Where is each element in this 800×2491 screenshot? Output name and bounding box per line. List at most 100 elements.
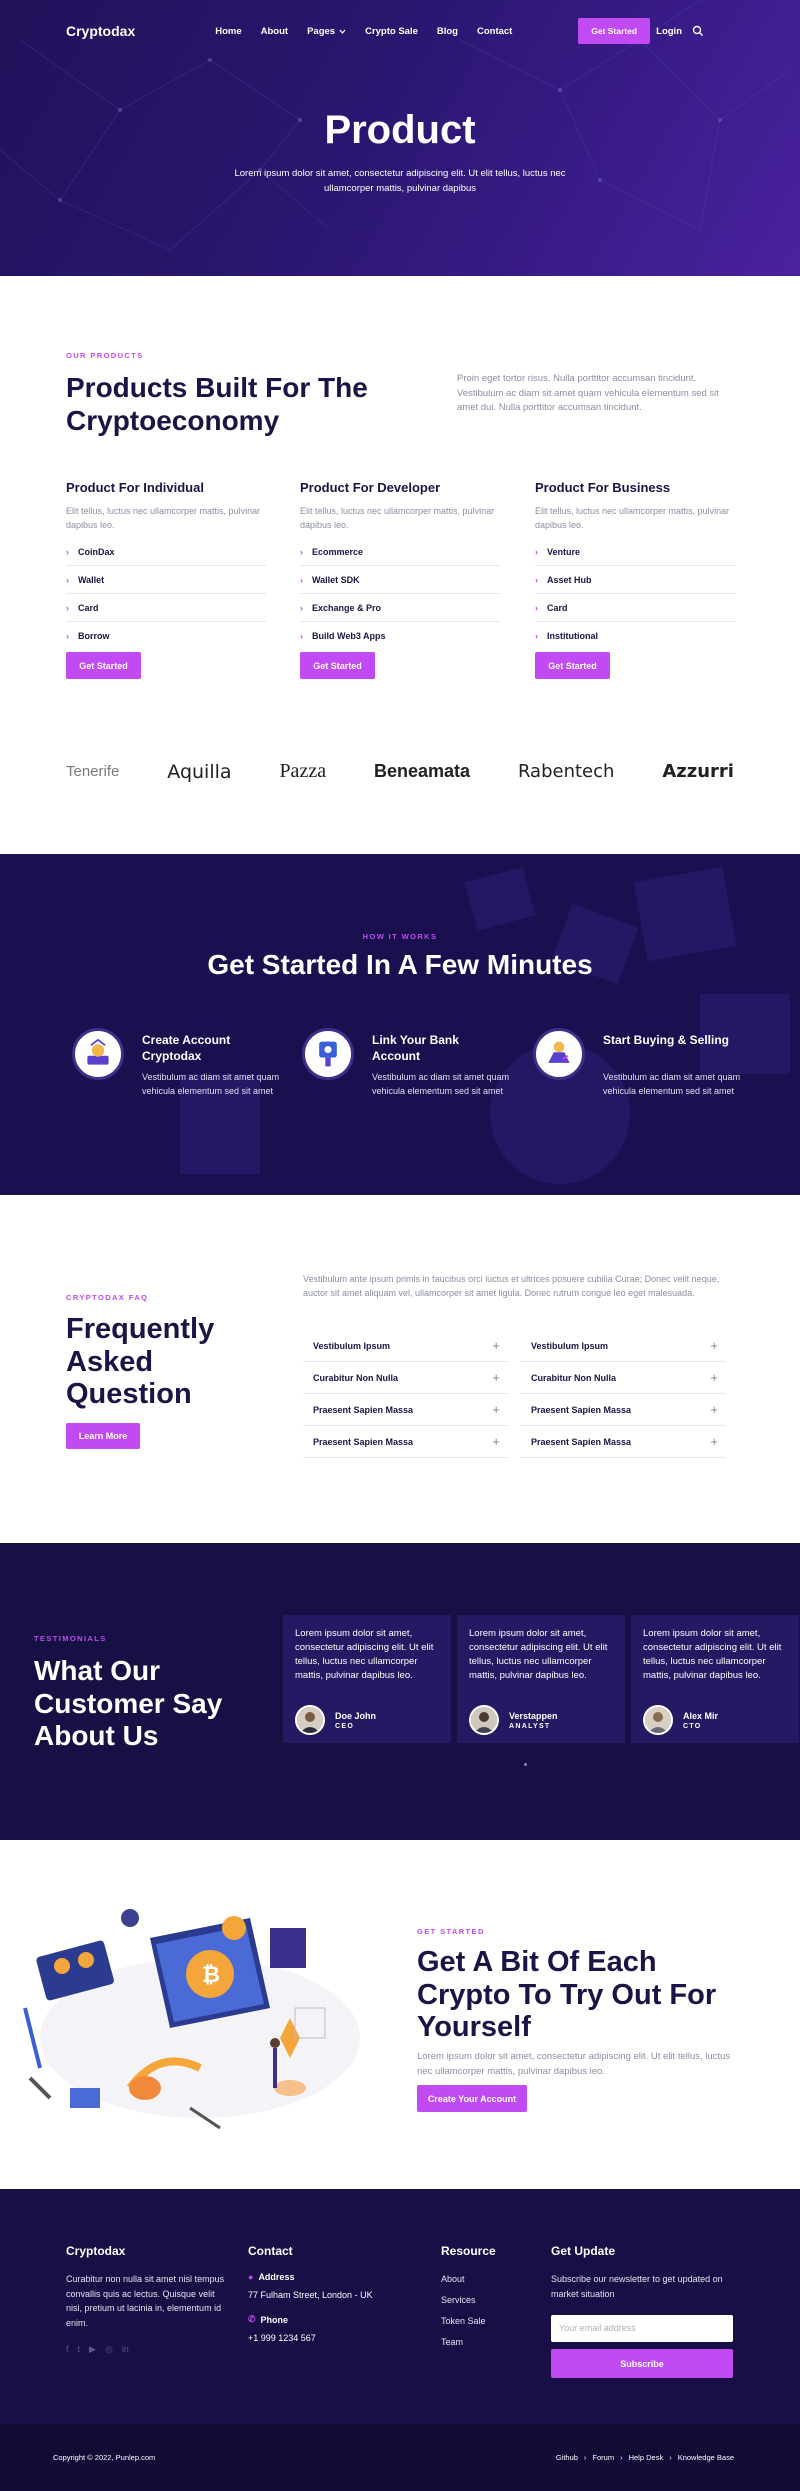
faq-question: Praesent Sapien Massa: [313, 1404, 414, 1415]
chevron-right-icon: ›: [300, 574, 303, 585]
address-value: 77 Fulham Street, London - UK: [248, 2290, 373, 2300]
footer-link-services[interactable]: Services: [441, 2293, 541, 2308]
product-link[interactable]: › Build Web3 Apps: [300, 622, 500, 650]
get-started-button[interactable]: Get Started: [535, 652, 610, 679]
person-avatar-icon: [297, 1707, 323, 1733]
product-link[interactable]: › Card: [535, 594, 735, 622]
plus-icon: +: [710, 1434, 718, 1449]
copyright: Copyright © 2022, Punlep.com: [53, 2453, 156, 2462]
product-column-title: Product For Developer: [300, 480, 441, 495]
product-link[interactable]: › Wallet SDK: [300, 566, 500, 594]
product-column-individual: Product For Individual Elit tellus, luct…: [66, 480, 266, 679]
avatar: [469, 1705, 499, 1735]
instagram-icon[interactable]: ◎: [105, 2344, 113, 2355]
step-title: Link Your Bank Account: [372, 1033, 459, 1063]
linkedin-icon[interactable]: in: [122, 2344, 129, 2355]
svg-text:₿: ₿: [202, 1963, 220, 1988]
product-link-label: Institutional: [547, 631, 598, 641]
email-field[interactable]: Your email address: [551, 2315, 733, 2342]
phone-icon: ✆: [248, 2314, 256, 2324]
product-column-title: Product For Individual: [66, 480, 204, 495]
testimonial-card: Lorem ipsum dolor sit amet, consectetur …: [631, 1615, 799, 1743]
footer-link-knowledge-base[interactable]: Knowledge Base: [678, 2453, 734, 2462]
faq-item[interactable]: Praesent Sapien Massa +: [303, 1394, 508, 1426]
product-link[interactable]: › Borrow: [66, 622, 266, 650]
twitter-icon[interactable]: t: [78, 2344, 81, 2355]
chevron-right-icon: ›: [66, 631, 69, 641]
footer-link-team[interactable]: Team: [441, 2335, 541, 2350]
subscribe-button[interactable]: Subscribe: [551, 2349, 733, 2378]
youtube-icon[interactable]: ▶: [89, 2344, 96, 2355]
footer-link-about[interactable]: About: [441, 2272, 541, 2287]
author-name: Verstappen: [509, 1710, 558, 1721]
product-link[interactable]: › Asset Hub: [535, 566, 735, 594]
faq-question: Praesent Sapien Massa: [531, 1404, 632, 1415]
get-started-button[interactable]: Get Started: [66, 652, 141, 679]
phone-label-row: ✆ Phone: [248, 2314, 418, 2325]
testimonial-author: Alex Mir CTO: [643, 1705, 718, 1735]
chevron-right-icon: ›: [300, 631, 303, 641]
separator-chevron-icon: ›: [620, 2453, 623, 2462]
products-kicker: OUR PRODUCTS: [66, 351, 144, 360]
product-link[interactable]: › CoinDax: [66, 538, 266, 566]
avatar: [643, 1705, 673, 1735]
product-link[interactable]: › Exchange & Pro: [300, 594, 500, 622]
cta-desc: Lorem ipsum dolor sit amet, consectetur …: [417, 2051, 731, 2077]
product-link[interactable]: › Institutional: [535, 622, 735, 650]
footer-bottom-bar: Copyright © 2022, Punlep.com Github › For…: [0, 2424, 800, 2491]
faq-item[interactable]: Curabitur Non Nulla +: [303, 1362, 508, 1394]
create-account-button[interactable]: Create Your Account: [417, 2085, 527, 2112]
product-link[interactable]: › Venture: [535, 538, 735, 566]
chevron-right-icon: ›: [66, 574, 69, 585]
faq-item[interactable]: Praesent Sapien Massa +: [303, 1426, 508, 1458]
product-column-developer: Product For Developer Elit tellus, luctu…: [300, 480, 500, 679]
testimonial-text: Lorem ipsum dolor sit amet, consectetur …: [469, 1628, 608, 1681]
footer-link-help-desk[interactable]: Help Desk: [629, 2453, 664, 2462]
faq-column-left: Vestibulum Ipsum + Curabitur Non Nulla + P…: [303, 1330, 508, 1458]
brand-logo-aquilla: Aquilla: [167, 760, 232, 783]
faq-item[interactable]: Praesent Sapien Massa +: [521, 1394, 726, 1426]
footer: Cryptodax Curabitur non nulla sit amet n…: [0, 2189, 800, 2424]
person-avatar-icon: [645, 1707, 671, 1733]
step-create-account: Create Account Cryptodax Vestibulum ac d…: [72, 1028, 282, 1098]
footer-update-title: Get Update: [551, 2244, 616, 2258]
footer-link-forum[interactable]: Forum: [592, 2453, 614, 2462]
cta-title: Get A Bit Of Each Crypto To Try Out For …: [417, 1946, 717, 2043]
user-account-icon: [72, 1028, 124, 1080]
person-avatar-icon: [471, 1707, 497, 1733]
newsletter-text: Subscribe our newsletter to get updated …: [551, 2274, 723, 2299]
plus-icon: +: [710, 1370, 718, 1385]
brand-logo-rabentech: Rabentech: [517, 761, 615, 782]
get-started-button[interactable]: Get Started: [300, 652, 375, 679]
product-link[interactable]: › Ecommerce: [300, 538, 500, 566]
plus-icon: +: [710, 1338, 718, 1353]
product-column-desc: Elit tellus, luctus nec ullamcorper matt…: [66, 506, 261, 530]
chevron-right-icon: ›: [535, 631, 538, 641]
faq-item[interactable]: Vestibulum Ipsum +: [303, 1330, 508, 1362]
carousel-dot[interactable]: [524, 1763, 527, 1766]
products-title: Products Built For The Cryptoeconomy: [66, 372, 368, 436]
footer-about: Cryptodax Curabitur non nulla sit amet n…: [66, 2244, 226, 2355]
footer-link-github[interactable]: Github: [556, 2453, 578, 2462]
facebook-icon[interactable]: f: [66, 2344, 69, 2355]
plus-icon: +: [492, 1402, 500, 1417]
brand-logos: Tenerife Aquilla Pazza Beneamata Rabente…: [66, 760, 734, 783]
brand-logo-tenerife: Tenerife: [66, 763, 120, 780]
chevron-right-icon: ›: [535, 574, 538, 585]
testimonial-card: Lorem ipsum dolor sit amet, consectetur …: [457, 1615, 625, 1743]
footer-link-token-sale[interactable]: Token Sale: [441, 2314, 541, 2329]
map-pin-icon: ●: [248, 2272, 254, 2282]
product-column-desc: Elit tellus, luctus nec ullamcorper matt…: [300, 506, 495, 530]
footer-resource-title: Resource: [441, 2244, 496, 2258]
faq-item[interactable]: Praesent Sapien Massa +: [521, 1426, 726, 1458]
faq-item[interactable]: Vestibulum Ipsum +: [521, 1330, 726, 1362]
product-link-label: Exchange & Pro: [312, 602, 382, 613]
faq-column-right: Vestibulum Ipsum + Curabitur Non Nulla + P…: [521, 1330, 726, 1458]
product-column-business: Product For Business Elit tellus, luctus…: [535, 480, 735, 679]
learn-more-button[interactable]: Learn More: [66, 1423, 140, 1449]
faq-item[interactable]: Curabitur Non Nulla +: [521, 1362, 726, 1394]
product-link[interactable]: › Card: [66, 594, 266, 622]
how-it-works-section: HOW IT WORKS Get Started In A Few Minute…: [0, 854, 800, 1195]
product-link[interactable]: › Wallet: [66, 566, 266, 594]
products-lead: Proin eget tortor risus. Nulla porttitor…: [457, 373, 719, 413]
